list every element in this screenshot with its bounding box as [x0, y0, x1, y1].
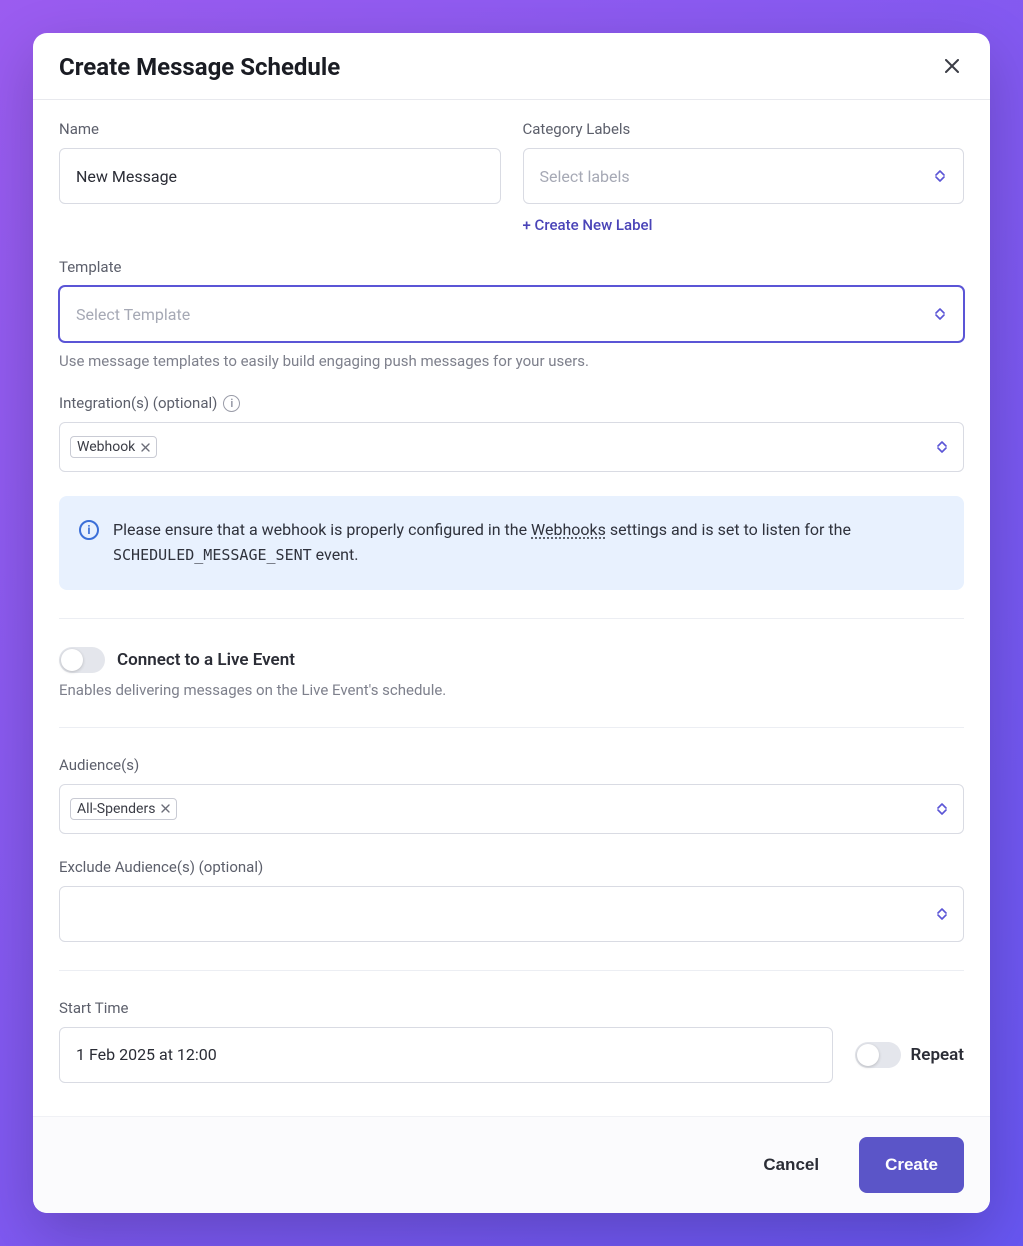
- audience-chip: All-Spenders: [70, 798, 177, 820]
- template-placeholder: Select Template: [76, 305, 190, 324]
- integrations-label: Integration(s) (optional): [59, 394, 217, 412]
- template-help: Use message templates to easily build en…: [59, 352, 964, 370]
- template-select[interactable]: Select Template: [59, 286, 964, 342]
- repeat-toggle[interactable]: [855, 1042, 901, 1068]
- audiences-select[interactable]: All-Spenders: [59, 784, 964, 834]
- alert-text: Please ensure that a webhook is properly…: [113, 518, 944, 568]
- chip-remove-icon[interactable]: [161, 804, 170, 813]
- name-input[interactable]: New Message: [59, 148, 501, 204]
- chip-remove-icon[interactable]: [141, 443, 150, 452]
- start-time-label: Start Time: [59, 999, 964, 1017]
- cancel-button[interactable]: Cancel: [737, 1137, 845, 1193]
- create-message-schedule-modal: Create Message Schedule Name New Message…: [33, 33, 990, 1213]
- category-labels-label: Category Labels: [523, 120, 965, 138]
- info-icon: i: [79, 520, 99, 540]
- connect-live-event-toggle[interactable]: [59, 647, 105, 673]
- divider: [59, 970, 964, 971]
- modal-footer: Cancel Create: [33, 1116, 990, 1213]
- info-icon[interactable]: i: [223, 395, 240, 412]
- category-labels-select[interactable]: Select labels: [523, 148, 965, 204]
- divider: [59, 727, 964, 728]
- connect-live-event-label: Connect to a Live Event: [117, 650, 295, 670]
- chevron-updown-icon: [933, 167, 947, 185]
- integrations-select[interactable]: Webhook: [59, 422, 964, 472]
- integration-chip-label: Webhook: [77, 439, 135, 455]
- start-time-value: 1 Feb 2025 at 12:00: [76, 1045, 217, 1064]
- modal-body: Name New Message Category Labels Select …: [33, 100, 990, 1116]
- category-labels-placeholder: Select labels: [540, 167, 630, 186]
- close-icon: [945, 57, 959, 78]
- chevron-updown-icon: [935, 800, 949, 818]
- repeat-label: Repeat: [911, 1045, 965, 1065]
- audience-chip-label: All-Spenders: [77, 801, 155, 817]
- name-label: Name: [59, 120, 501, 138]
- template-label: Template: [59, 258, 964, 276]
- chevron-updown-icon: [935, 438, 949, 456]
- event-code: SCHEDULED_MESSAGE_SENT: [113, 546, 312, 564]
- name-value: New Message: [76, 167, 177, 186]
- modal-header: Create Message Schedule: [33, 33, 990, 100]
- close-button[interactable]: [940, 55, 964, 79]
- audiences-label: Audience(s): [59, 756, 964, 774]
- start-time-input[interactable]: 1 Feb 2025 at 12:00: [59, 1027, 833, 1083]
- create-button[interactable]: Create: [859, 1137, 964, 1193]
- exclude-audiences-label: Exclude Audience(s) (optional): [59, 858, 964, 876]
- webhooks-settings-link[interactable]: Webhooks: [531, 520, 606, 539]
- integration-chip: Webhook: [70, 436, 157, 458]
- live-event-help: Enables delivering messages on the Live …: [59, 681, 964, 699]
- webhook-alert: i Please ensure that a webhook is proper…: [59, 496, 964, 590]
- modal-title: Create Message Schedule: [59, 53, 340, 81]
- chevron-updown-icon: [935, 905, 949, 923]
- chevron-updown-icon: [933, 305, 947, 323]
- create-new-label-link[interactable]: + Create New Label: [523, 216, 965, 234]
- exclude-audiences-select[interactable]: [59, 886, 964, 942]
- divider: [59, 618, 964, 619]
